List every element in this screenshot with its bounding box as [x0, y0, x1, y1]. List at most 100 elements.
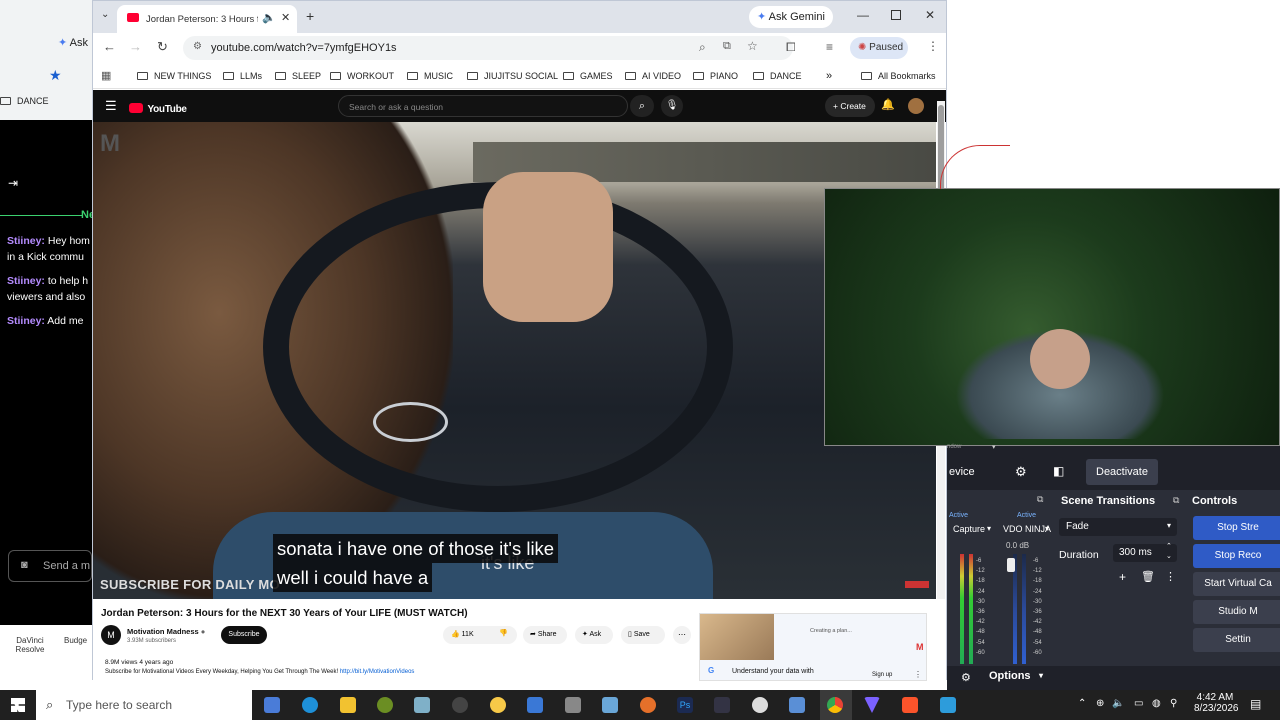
network-icon[interactable]: ⊕ — [1096, 698, 1104, 709]
obs-preview[interactable] — [824, 188, 1280, 446]
avatar[interactable] — [908, 98, 924, 114]
tab-list-icon[interactable]: ⌄ — [101, 9, 109, 20]
volume-slider[interactable] — [1007, 558, 1015, 572]
subscribe-badge-icon[interactable] — [905, 581, 929, 588]
tray-app-icon[interactable]: ◍ — [1152, 698, 1161, 709]
apps-grid-icon[interactable]: ▦ — [101, 69, 111, 83]
close-window-icon[interactable]: ✕ — [925, 8, 935, 22]
maximize-icon[interactable] — [891, 10, 901, 20]
transition-select[interactable]: Fade ▾ — [1059, 518, 1177, 536]
desktop-icon-budget[interactable]: Budge — [64, 636, 87, 645]
collapse-icon[interactable]: ⇥ — [8, 176, 18, 190]
cast-icon[interactable]: ⧉ — [723, 40, 731, 53]
stop-streaming-button[interactable]: Stop Stre — [1193, 516, 1280, 540]
paused-profile-button[interactable]: ✺ Paused — [850, 37, 908, 59]
menu-icon[interactable]: ⋮ — [927, 39, 939, 53]
address-bar[interactable]: ⚙ youtube.com/watch?v=7ymfgEHOY1s ⌕ ⧉ ☆ — [183, 36, 793, 60]
media-controls-icon[interactable]: ≡ — [826, 40, 833, 54]
task-view-icon[interactable] — [264, 697, 280, 713]
bookmark-folder[interactable]: NEW THINGS — [137, 69, 211, 83]
photoshop-icon[interactable]: Ps — [677, 697, 693, 713]
close-tab-icon[interactable]: ✕ — [281, 11, 290, 24]
app-icon[interactable] — [752, 697, 768, 713]
filter-icon[interactable]: ◧ — [1053, 464, 1064, 478]
notifications-icon[interactable]: 🔔 — [881, 98, 895, 111]
bookmark-folder[interactable]: AI VIDEO — [625, 69, 681, 83]
deactivate-button[interactable]: Deactivate — [1086, 459, 1158, 485]
share-button[interactable]: ➦ Share — [523, 626, 567, 644]
studio-mode-button[interactable]: Studio M — [1193, 600, 1280, 624]
clock[interactable]: 4:42 AM 8/23/2026 — [1194, 692, 1239, 714]
more-vertical-icon[interactable]: ⋮ — [1165, 570, 1176, 583]
more-bookmarks-icon[interactable]: » — [826, 69, 832, 83]
thumbs-down-icon[interactable]: 👎 — [499, 629, 508, 637]
forward-icon[interactable]: → — [129, 39, 142, 54]
bookmark-folder[interactable]: MUSIC — [407, 69, 453, 83]
ad-menu-icon[interactable]: ⋮ — [914, 670, 922, 679]
save-button[interactable]: ▯ Save — [621, 626, 665, 644]
tab-youtube[interactable]: Jordan Peterson: 3 Hours fo 🔈 ✕ — [117, 5, 297, 33]
new-tab-icon[interactable]: + — [306, 8, 314, 24]
ask-gemini-button[interactable]: ✦ Ask Gemini — [749, 6, 833, 28]
microphone-icon[interactable]: 🎙 — [661, 95, 683, 117]
speaker-icon[interactable]: 🔈 — [262, 11, 276, 24]
battery-icon[interactable]: ▭ — [1134, 698, 1143, 709]
tray-chevron-icon[interactable]: ⌃ — [1078, 698, 1086, 709]
like-button[interactable]: 👍 11K 👎 — [443, 626, 517, 644]
file-explorer-icon[interactable] — [340, 697, 356, 713]
ad-signup-button[interactable]: Sign up — [872, 672, 892, 678]
app-icon[interactable] — [940, 697, 956, 713]
settings-button[interactable]: Settin — [1193, 628, 1280, 652]
youtube-logo[interactable]: YouTube — [129, 99, 187, 117]
gear-icon[interactable]: ⚙ — [1015, 464, 1027, 480]
more-actions-icon[interactable]: ⋯ — [673, 626, 691, 644]
tray-app-icon[interactable]: ⚲ — [1170, 698, 1177, 709]
bookmark-dance[interactable]: DANCE — [0, 96, 49, 106]
bookmark-folder[interactable]: SLEEP — [275, 69, 321, 83]
channel-avatar[interactable]: M — [101, 625, 121, 645]
spin-down-icon[interactable]: ⌄ — [1166, 552, 1172, 560]
obs-icon[interactable] — [452, 697, 468, 713]
davinci-icon[interactable] — [714, 697, 730, 713]
bookmark-folder[interactable]: DANCE — [753, 69, 802, 83]
chrome-icon[interactable] — [827, 697, 843, 713]
reload-icon[interactable]: ↻ — [157, 39, 168, 55]
app-icon[interactable] — [414, 697, 430, 713]
notification-icon[interactable]: ▤ — [1250, 697, 1261, 711]
dropdown-arrow-icon[interactable]: ▾ — [1045, 524, 1049, 533]
bookmark-folder[interactable]: WORKOUT — [330, 69, 394, 83]
zoom-icon[interactable]: ⌕ — [699, 40, 706, 55]
create-button[interactable]: + Create — [825, 95, 875, 117]
desktop-icon-davinci[interactable]: DaVinci Resolve — [10, 636, 50, 654]
app-icon[interactable] — [377, 697, 393, 713]
ask-button[interactable]: ✦ Ask — [575, 626, 613, 644]
chat-send-input[interactable]: ◙ Send a m — [8, 550, 92, 582]
docs-icon[interactable] — [527, 697, 543, 713]
volume-icon[interactable]: 🔈 — [1112, 698, 1124, 709]
subscribe-button[interactable]: Subscribe — [221, 626, 267, 644]
app-icon[interactable] — [864, 697, 880, 713]
app-icon[interactable] — [789, 697, 805, 713]
options-button[interactable]: Options ▾ — [981, 670, 1053, 686]
panel-menu-icon[interactable]: ⧉ — [1037, 494, 1043, 505]
extensions-icon[interactable]: ⧠ — [786, 40, 796, 55]
all-bookmarks[interactable]: All Bookmarks — [861, 69, 936, 83]
ad-panel[interactable]: Creating a plan... M G Understand your d… — [699, 613, 927, 681]
start-virtual-camera-button[interactable]: Start Virtual Ca — [1193, 572, 1280, 596]
search-icon[interactable]: ⌕ — [630, 95, 654, 117]
minimize-icon[interactable]: — — [857, 8, 869, 22]
youtube-search-input[interactable]: Search or ask a question — [338, 95, 628, 117]
stop-recording-button[interactable]: Stop Reco — [1193, 544, 1280, 568]
channel-name[interactable]: Motivation Madness ● — [127, 627, 205, 636]
start-icon[interactable] — [11, 698, 25, 712]
gear-icon[interactable]: ⚙ — [961, 671, 971, 684]
panel-menu-icon[interactable]: ⧉ — [1173, 495, 1179, 506]
add-icon[interactable]: + — [1119, 570, 1126, 584]
brave-icon[interactable] — [902, 697, 918, 713]
bookmark-folder[interactable]: JIUJITSU SOCIAL — [467, 69, 558, 83]
lightbulb-icon[interactable] — [490, 697, 506, 713]
spin-up-icon[interactable]: ⌃ — [1166, 542, 1172, 550]
edge-icon[interactable] — [302, 697, 318, 713]
bookmark-folder[interactable]: LLMs — [223, 69, 262, 83]
dropdown-arrow-icon[interactable]: ▾ — [992, 443, 996, 451]
